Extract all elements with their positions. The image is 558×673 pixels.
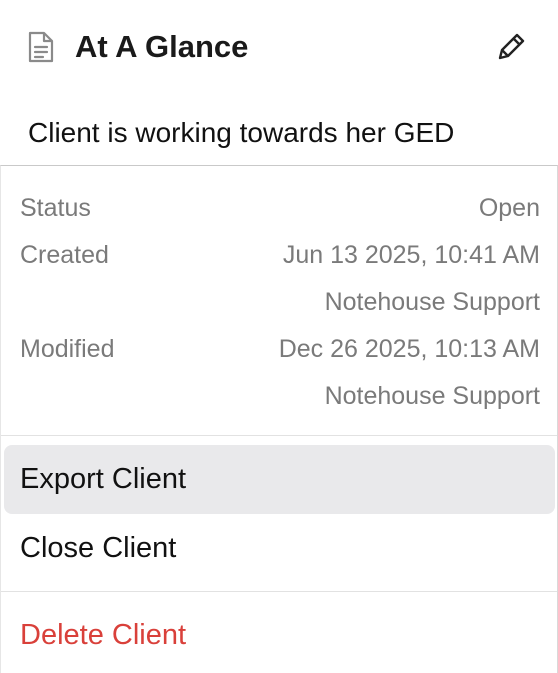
client-actions-menu: Status Open Created Jun 13 2025, 10:41 A… [0, 165, 558, 673]
modified-by-row: Notehouse Support [20, 378, 540, 414]
modified-date: Dec 26 2025, 10:13 AM [278, 335, 540, 363]
close-client-button[interactable]: Close Client [4, 514, 555, 583]
delete-client-label: Delete Client [20, 619, 187, 651]
created-date: Jun 13 2025, 10:41 AM [282, 241, 540, 269]
pencil-icon[interactable] [494, 30, 528, 64]
created-row: Created Jun 13 2025, 10:41 AM [20, 237, 540, 273]
created-by-row: Notehouse Support [20, 284, 540, 320]
document-icon [28, 31, 54, 63]
at-a-glance-card: At A Glance Client is working towards he… [0, 0, 558, 166]
modified-label: Modified [20, 335, 115, 363]
card-header: At A Glance [28, 28, 528, 66]
export-client-button[interactable]: Export Client [4, 445, 555, 514]
glance-note: Client is working towards her GED [28, 117, 455, 148]
delete-client-button[interactable]: Delete Client [4, 601, 555, 670]
card-title: At A Glance [75, 29, 249, 64]
close-client-label: Close Client [20, 532, 177, 564]
status-row: Status Open [20, 190, 540, 226]
created-label: Created [20, 241, 109, 269]
divider [1, 435, 557, 436]
modified-by: Notehouse Support [324, 382, 540, 410]
created-by: Notehouse Support [324, 288, 540, 316]
export-client-label: Export Client [20, 463, 187, 495]
modified-row: Modified Dec 26 2025, 10:13 AM [20, 331, 540, 367]
status-label: Status [20, 194, 91, 222]
divider [1, 591, 557, 592]
status-value: Open [478, 194, 540, 222]
